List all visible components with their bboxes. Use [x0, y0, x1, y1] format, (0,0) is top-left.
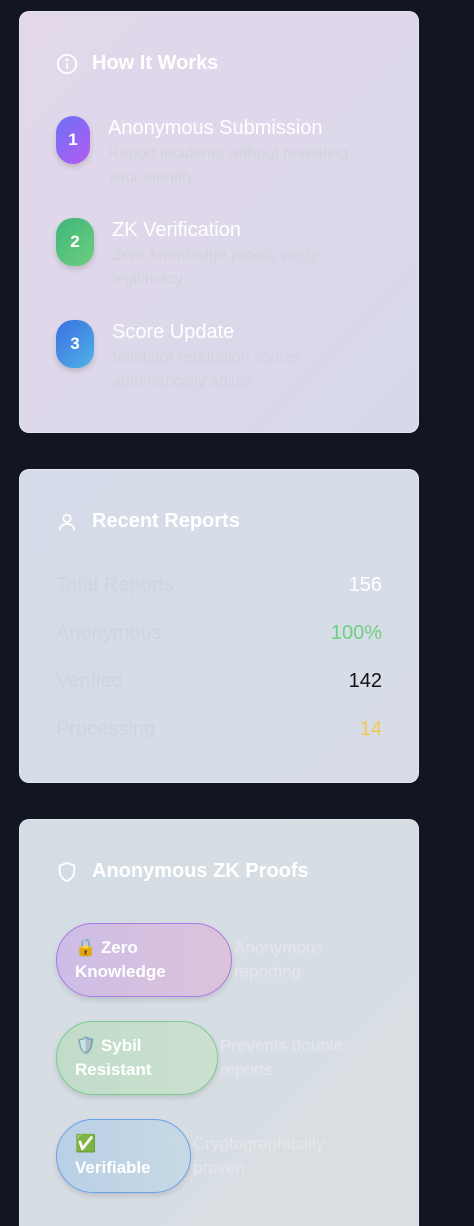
zk-proofs-header: Anonymous ZK Proofs [56, 860, 309, 883]
shield-icon [58, 861, 76, 882]
proof-item: ✅ Verifiable Cryptographically proven [56, 1119, 343, 1193]
stat-row: Anonymous 100% [56, 622, 382, 645]
lock-icon: 🔒 [75, 938, 97, 957]
stat-value: 142 [348, 670, 382, 692]
stat-label: Anonymous [56, 622, 162, 644]
stat-row: Processing 14 [56, 718, 382, 741]
recent-reports-title: Recent Reports [92, 510, 240, 532]
proof-badge-label: Zero [100, 938, 138, 957]
step-item: 2 ZK Verification Zero-knowledge proofs … [56, 218, 372, 292]
step-description: Report incidents without revealing your … [108, 145, 349, 186]
stat-value: 156 [348, 574, 382, 596]
check-icon: ✅ [75, 1134, 97, 1153]
how-it-works-header: How It Works [56, 52, 218, 75]
stat-row: Total Reports 156 [56, 574, 382, 597]
zk-proofs-title: Anonymous ZK Proofs [92, 860, 309, 882]
proof-badge-label: Sybil [100, 1036, 142, 1055]
recent-reports-header: Recent Reports [56, 510, 240, 533]
info-icon [56, 53, 78, 74]
stat-value: 14 [359, 718, 382, 740]
proof-badge: 🛡️ Sybil Resistant [56, 1021, 218, 1095]
stat-label: Verified [56, 670, 123, 692]
stat-label: Processing [56, 718, 155, 740]
stat-row: Verified 142 [56, 670, 382, 693]
step-title: Anonymous Submission [108, 117, 323, 139]
proof-badge-label: Verifiable [75, 1158, 151, 1177]
user-icon [58, 513, 76, 530]
step-number-badge: 1 [56, 116, 90, 164]
step-description: Zero-knowledge proofs verify legitimacy [112, 247, 319, 288]
step-description: Validator reputation scores automaticall… [112, 349, 302, 390]
proof-item: 🛡️ Sybil Resistant Prevents double repor… [56, 1021, 370, 1095]
proof-description: Anonymous reporting [234, 938, 324, 981]
recent-reports-card: Recent Reports Total Reports 156 Anonymo… [19, 469, 419, 783]
step-title: ZK Verification [112, 219, 241, 241]
step-number-badge: 2 [56, 218, 94, 266]
stat-label: Total Reports [56, 574, 174, 596]
step-item: 3 Score Update Validator reputation scor… [56, 320, 372, 394]
proof-item: 🔒 Zero Knowledge Anonymous reporting [56, 923, 384, 997]
proof-description: Prevents double reports [220, 1036, 343, 1079]
proof-badge-label: Knowledge [75, 962, 166, 981]
how-it-works-card: How It Works 1 Anonymous Submission Repo… [19, 11, 419, 433]
zk-proofs-card: Anonymous ZK Proofs 🔒 Zero Knowledge Ano… [19, 819, 419, 1226]
stat-value: 100% [330, 622, 382, 644]
proof-description: Cryptographically proven [193, 1134, 325, 1177]
proof-badge: 🔒 Zero Knowledge [56, 923, 232, 997]
shield-emoji-icon: 🛡️ [75, 1036, 97, 1055]
how-it-works-title: How It Works [92, 52, 219, 74]
proof-badge: ✅ Verifiable [56, 1119, 191, 1193]
step-item: 1 Anonymous Submission Report incidents … [56, 116, 368, 190]
step-number-badge: 3 [56, 320, 94, 368]
step-title: Score Update [112, 321, 235, 343]
proof-badge-label: Resistant [75, 1060, 152, 1079]
